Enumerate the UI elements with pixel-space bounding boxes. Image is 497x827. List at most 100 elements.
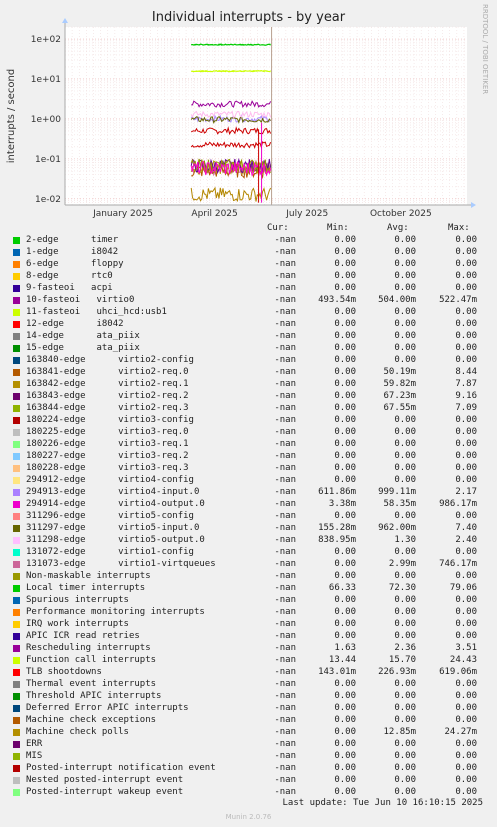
legend-max-value: 24.43 — [449, 655, 477, 665]
legend-avg-value: 0.00 — [394, 679, 416, 689]
legend-max-value: 0.00 — [455, 787, 477, 797]
legend-row: Thermal event interrupts -nan 0.00 0.00 0.00 — [0, 679, 497, 691]
legend-label: Deferred Error APIC interrupts — [26, 703, 189, 713]
legend-row: Performance monitoring interrupts -nan 0.0… — [0, 607, 497, 619]
legend-row: 163844-edge virtio2-req.3 -nan 0.00 67.55m 7… — [0, 403, 497, 415]
y-tick-label: 1e-02 — [35, 195, 61, 205]
y-tick-label: 1e+00 — [31, 115, 62, 125]
legend-label: Rescheduling interrupts — [26, 643, 151, 653]
legend-label: 163844-edge virtio2-req.3 — [26, 403, 189, 413]
legend-label: 180228-edge virtio3-req.3 — [26, 463, 189, 473]
legend-max-value: 0.00 — [455, 283, 477, 293]
legend-row: 15-edge ata_piix -nan 0.00 0.00 0.00 — [0, 343, 497, 355]
legend-row: 180224-edge virtio3-config -nan 0.00 0.00 0.… — [0, 415, 497, 427]
legend-swatch — [13, 537, 20, 544]
legend-swatch — [13, 477, 20, 484]
legend-avg-value: 0.00 — [394, 283, 416, 293]
legend-row: Machine check polls -nan 0.00 12.85m 24.27m — [0, 727, 497, 739]
legend-swatch — [13, 393, 20, 400]
legend-swatch — [13, 381, 20, 388]
legend-row: 180225-edge virtio3-req.0 -nan 0.00 0.00 0.0… — [0, 427, 497, 439]
legend-max-value: 0.00 — [455, 463, 477, 473]
legend-avg-value: 0.00 — [394, 355, 416, 365]
legend-header-avg: Avg: — [387, 223, 409, 233]
legend-swatch — [13, 237, 20, 244]
legend-header-max: Max: — [448, 223, 470, 233]
legend-max-value: 79.06 — [449, 583, 477, 593]
legend-row: 163841-edge virtio2-req.0 -nan 0.00 50.19m 8… — [0, 367, 497, 379]
legend-swatch — [13, 261, 20, 268]
legend-avg-value: 0.00 — [394, 751, 416, 761]
legend-swatch — [13, 405, 20, 412]
legend-label: 180224-edge virtio3-config — [26, 415, 194, 425]
legend-label: Posted-interrupt wakeup event — [26, 787, 184, 797]
legend-avg-value: 0.00 — [394, 631, 416, 641]
legend-row: 163843-edge virtio2-req.2 -nan 0.00 67.23m 9… — [0, 391, 497, 403]
legend-avg-value: 0.00 — [394, 451, 416, 461]
y-axis-label: interrupts / second — [6, 69, 17, 163]
legend-row: Nested posted-interrupt event -nan 0.00 0.0… — [0, 775, 497, 787]
legend-row: Spurious interrupts -nan 0.00 0.00 0.00 — [0, 595, 497, 607]
legend-max-value: 2.17 — [455, 487, 477, 497]
legend-label: Function call interrupts — [26, 655, 157, 665]
legend-label: 2-edge timer — [26, 235, 119, 245]
legend-max-value: 0.00 — [455, 751, 477, 761]
legend-swatch — [13, 453, 20, 460]
legend-header-cur: Cur: — [267, 223, 289, 233]
legend-max-value: 24.27m — [444, 727, 477, 737]
legend-swatch — [13, 549, 20, 556]
legend-max-value: 0.00 — [455, 235, 477, 245]
legend-max-value: 0.00 — [455, 319, 477, 329]
legend-row: 9-fasteoi acpi -nan 0.00 0.00 0.00 — [0, 283, 497, 295]
legend-row: Local timer interrupts -nan 66.33 72.30 79.0… — [0, 583, 497, 595]
legend-max-value: 0.00 — [455, 631, 477, 641]
legend-row: 1-edge i8042 -nan 0.00 0.00 0.00 — [0, 247, 497, 259]
legend-swatch — [13, 657, 20, 664]
legend-swatch — [13, 525, 20, 532]
legend-swatch — [13, 333, 20, 340]
legend-row: 311297-edge virtio5-input.0 -nan 155.28m 96… — [0, 523, 497, 535]
legend-label: Machine check exceptions — [26, 715, 157, 725]
legend-max-value: 522.47m — [439, 295, 477, 305]
legend-avg-value: 15.70 — [388, 655, 416, 665]
legend-row: ERR -nan 0.00 0.00 0.00 — [0, 739, 497, 751]
legend-row: Function call interrupts -nan 13.44 15.70 24… — [0, 655, 497, 667]
legend-swatch — [13, 273, 20, 280]
legend-label: 180226-edge virtio3-req.1 — [26, 439, 189, 449]
legend-row: APIC ICR read retries -nan 0.00 0.00 0.00 — [0, 631, 497, 643]
legend-avg-value: 0.00 — [394, 511, 416, 521]
legend-max-value: 0.00 — [455, 679, 477, 689]
legend-avg-value: 72.30 — [388, 583, 416, 593]
legend-avg-value: 999.11m — [378, 487, 416, 497]
legend-swatch — [13, 501, 20, 508]
legend-row: TLB shootdowns -nan 143.01m 226.93m 619.06m — [0, 667, 497, 679]
legend-avg-value: 2.99m — [388, 559, 416, 569]
legend-swatch — [13, 309, 20, 316]
legend-avg-value: 2.36 — [394, 643, 416, 653]
legend-swatch — [13, 777, 20, 784]
legend-row: MIS -nan 0.00 0.00 0.00 — [0, 751, 497, 763]
legend-label: 294914-edge virtio4-output.0 — [26, 499, 205, 509]
legend-label: Machine check polls — [26, 727, 129, 737]
legend-label: 9-fasteoi acpi — [26, 283, 113, 293]
legend-max-value: 8.44 — [455, 367, 477, 377]
y-tick-label: 1e-01 — [35, 155, 61, 165]
legend-label: 8-edge rtc0 — [26, 271, 113, 281]
legend-label: 11-fasteoi uhci_hcd:usb1 — [26, 307, 167, 317]
legend-avg-value: 0.00 — [394, 595, 416, 605]
legend-swatch — [13, 717, 20, 724]
legend-label: 294912-edge virtio4-config — [26, 475, 194, 485]
y-tick-label: 1e+02 — [31, 35, 61, 45]
legend-avg-value: 0.00 — [394, 415, 416, 425]
legend-swatch — [13, 249, 20, 256]
legend-row: Deferred Error APIC interrupts -nan 0.00 0.… — [0, 703, 497, 715]
legend-max-value: 0.00 — [455, 571, 477, 581]
legend-max-value: 0.00 — [455, 595, 477, 605]
legend-avg-value: 0.00 — [394, 715, 416, 725]
legend-label: Posted-interrupt notification event — [26, 763, 216, 773]
legend-row: 11-fasteoi uhci_hcd:usb1 -nan 0.00 0.00 0.00 — [0, 307, 497, 319]
legend-label: 311296-edge virtio5-config — [26, 511, 194, 521]
legend-max-value: 0.00 — [455, 763, 477, 773]
legend-row: 311298-edge virtio5-output.0 -nan 838.95m 1… — [0, 535, 497, 547]
legend-max-value: 0.00 — [455, 355, 477, 365]
